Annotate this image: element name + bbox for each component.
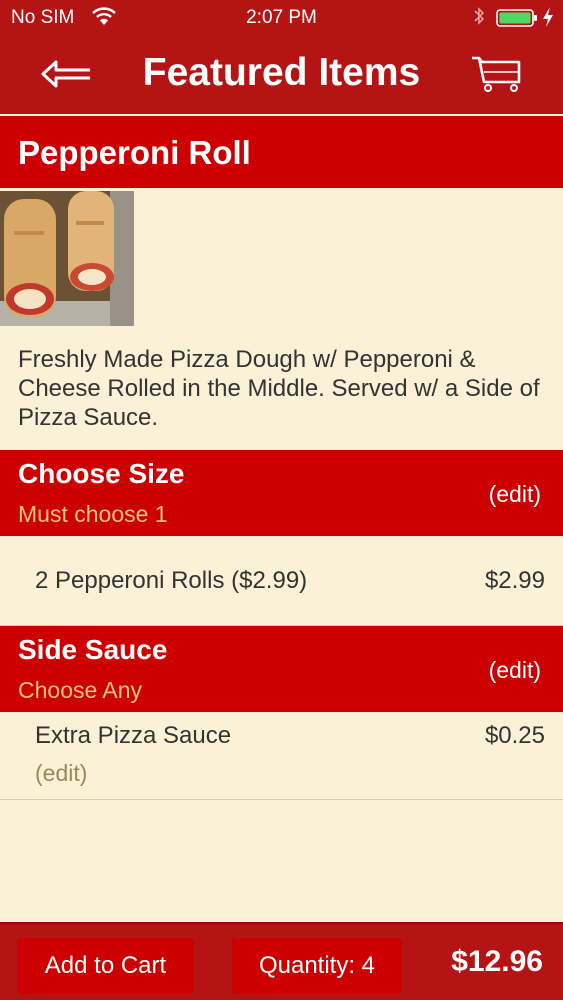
option-row[interactable]: 2 Pepperoni Rolls ($2.99) $2.99 [0, 536, 563, 626]
option-row[interactable]: Extra Pizza Sauce $0.25 (edit) [0, 712, 563, 800]
section-subtitle: Must choose 1 [18, 501, 168, 527]
navigation-bar: Featured Items [0, 36, 563, 114]
section-title: Choose Size [18, 458, 185, 489]
bottom-action-bar: Add to Cart Quantity: 4 $12.96 [0, 922, 563, 1000]
product-title: Pepperoni Roll [0, 116, 563, 188]
edit-link[interactable]: (edit) [489, 481, 541, 508]
battery-icon [496, 9, 537, 27]
edit-link[interactable]: (edit) [489, 657, 541, 684]
product-image [0, 191, 134, 326]
section-header-choose-size: Choose Size Must choose 1 (edit) [0, 450, 563, 536]
option-edit-link[interactable]: (edit) [35, 760, 87, 787]
order-total: $12.96 [451, 945, 543, 978]
option-price: $2.99 [484, 567, 545, 594]
add-to-cart-button[interactable]: Add to Cart [17, 938, 194, 994]
option-name: 2 Pepperoni Rolls ($2.99) [35, 567, 308, 594]
product-image-graphic [0, 191, 134, 326]
option-price: $0.25 [484, 722, 545, 749]
bluetooth-icon [474, 7, 485, 25]
status-bar: No SIM 2:07 PM [0, 0, 563, 36]
section-subtitle: Choose Any [18, 677, 143, 703]
section-title: Side Sauce [18, 634, 168, 665]
charging-bolt-icon [543, 7, 553, 27]
section-header-side-sauce: Side Sauce Choose Any (edit) [0, 626, 563, 712]
option-name: Extra Pizza Sauce [35, 722, 232, 749]
cart-icon[interactable] [470, 54, 522, 94]
quantity-button[interactable]: Quantity: 4 [232, 938, 402, 994]
product-description: Freshly Made Pizza Dough w/ Pepperoni & … [18, 346, 540, 431]
